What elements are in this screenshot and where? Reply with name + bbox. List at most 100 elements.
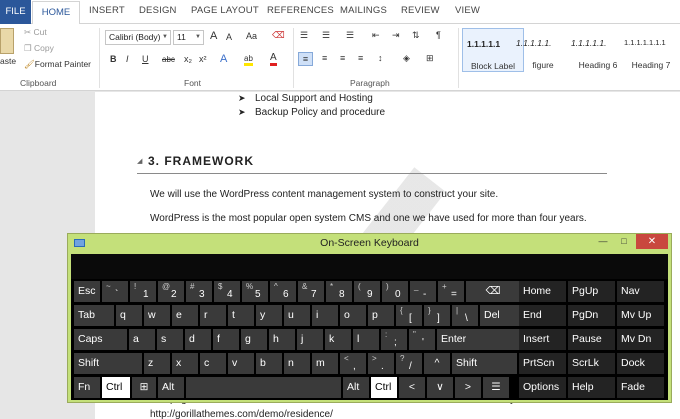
cut-button[interactable]: ✂ Cut — [24, 27, 47, 38]
align-center-icon[interactable]: ≡ — [322, 53, 327, 63]
key-symbol[interactable]: ? / — [396, 353, 422, 374]
close-button[interactable]: ✕ — [636, 234, 668, 249]
key-symbol[interactable]: :; — [381, 329, 407, 350]
key-y[interactable]: y — [256, 305, 282, 326]
key-u[interactable]: u — [284, 305, 310, 326]
key-1[interactable]: ! 1 — [130, 281, 156, 302]
numbering-icon[interactable]: ☰ — [322, 30, 330, 41]
copy-button[interactable]: ❐ Copy — [24, 43, 54, 54]
subscript-button[interactable]: x₂ — [184, 54, 192, 64]
key-prtscn[interactable]: PrtScn — [519, 353, 566, 374]
key-c[interactable]: c — [200, 353, 226, 374]
underline-button[interactable]: U — [142, 54, 149, 64]
key-0[interactable]: ) 0 — [382, 281, 408, 302]
tab-references[interactable]: REFERENCES — [267, 5, 334, 16]
key-end[interactable]: End — [519, 305, 566, 326]
key-3[interactable]: #3 — [186, 281, 212, 302]
key-z[interactable]: z — [144, 353, 170, 374]
key-e[interactable]: e — [172, 305, 198, 326]
key-help[interactable]: Help — [568, 377, 615, 398]
key-scrlk[interactable]: ScrLk — [568, 353, 615, 374]
key-symbol[interactable]: ~ ` — [102, 281, 128, 302]
menu-key[interactable]: ☰ — [483, 377, 509, 398]
key-symbol[interactable]: < — [399, 377, 425, 398]
key-h[interactable]: h — [269, 329, 295, 350]
heading-collapse-icon[interactable]: ◢ — [137, 157, 142, 165]
key-t[interactable]: t — [228, 305, 254, 326]
key-j[interactable]: j — [297, 329, 323, 350]
key-symbol[interactable]: _ - — [410, 281, 436, 302]
key-l[interactable]: l — [353, 329, 379, 350]
key-pgup[interactable]: PgUp — [568, 281, 615, 302]
strikethrough-button[interactable]: abc — [162, 55, 175, 64]
key-dock[interactable]: Dock — [617, 353, 664, 374]
format-painter-button[interactable]: 🖌Format Painter — [24, 59, 91, 70]
key-i[interactable]: i — [312, 305, 338, 326]
key-symbol[interactable]: {[ — [396, 305, 422, 326]
key-symbol[interactable]: | \ — [452, 305, 478, 326]
minimize-button[interactable]: — — [594, 235, 612, 249]
key-b[interactable]: b — [256, 353, 282, 374]
key-8[interactable]: * 8 — [326, 281, 352, 302]
tab-home[interactable]: HOME — [32, 1, 80, 25]
key-2[interactable]: @2 — [158, 281, 184, 302]
key-options[interactable]: Options — [519, 377, 566, 398]
key-symbol[interactable]: <, — [340, 353, 366, 374]
key-nav[interactable]: Nav — [617, 281, 664, 302]
line-spacing-icon[interactable]: ↕ — [378, 53, 383, 63]
key-mv-dn[interactable]: Mv Dn — [617, 329, 664, 350]
borders-icon[interactable]: ⊞ — [426, 53, 434, 64]
key-pgdn[interactable]: PgDn — [568, 305, 615, 326]
key-k[interactable]: k — [325, 329, 351, 350]
key-tab[interactable]: Tab — [74, 305, 114, 326]
backspace-key[interactable]: ⌫ — [466, 281, 520, 302]
key-w[interactable]: w — [144, 305, 170, 326]
key-6[interactable]: ^ 6 — [270, 281, 296, 302]
tab-view[interactable]: VIEW — [455, 5, 480, 16]
italic-button[interactable]: I — [126, 54, 129, 64]
key-g[interactable]: g — [241, 329, 267, 350]
font-name-select[interactable]: Calibri (Body) ▼ — [105, 30, 171, 45]
tab-mailings[interactable]: MAILINGS — [340, 5, 387, 16]
key-symbol[interactable]: + = — [438, 281, 464, 302]
key-o[interactable]: o — [340, 305, 366, 326]
key-f[interactable]: f — [213, 329, 239, 350]
key-shift[interactable]: Shift — [74, 353, 142, 374]
key-x[interactable]: x — [172, 353, 198, 374]
paste-button[interactable]: aste — [0, 56, 16, 66]
key-symbol[interactable]: ^ — [424, 353, 450, 374]
key-insert[interactable]: Insert — [519, 329, 566, 350]
paste-icon[interactable] — [0, 28, 14, 54]
increase-indent-icon[interactable]: ⇥ — [392, 30, 400, 41]
tab-design[interactable]: DESIGN — [139, 5, 177, 16]
key-7[interactable]: & 7 — [298, 281, 324, 302]
key-caps[interactable]: Caps — [74, 329, 127, 350]
key-home[interactable]: Home — [519, 281, 566, 302]
key-d[interactable]: d — [185, 329, 211, 350]
style-figure[interactable]: 1.1.1.1.1. figure — [512, 28, 574, 72]
clear-formatting-icon[interactable]: ⌫ — [272, 30, 285, 41]
maximize-button[interactable]: □ — [615, 235, 633, 249]
superscript-button[interactable]: x² — [199, 54, 207, 64]
key-alt[interactable]: Alt — [343, 377, 369, 398]
key-q[interactable]: q — [116, 305, 142, 326]
sort-icon[interactable]: ⇅ — [412, 30, 420, 41]
justify-icon[interactable]: ≡ — [358, 53, 363, 63]
grow-font-button[interactable]: A — [210, 30, 217, 42]
multilevel-list-icon[interactable]: ☰ — [346, 30, 354, 41]
font-size-select[interactable]: 11 ▼ — [173, 30, 204, 45]
shrink-font-button[interactable]: A — [226, 32, 232, 42]
key-p[interactable]: p — [368, 305, 394, 326]
style-heading-7[interactable]: 1.1.1.1.1.1.1 Heading 7 — [620, 28, 680, 72]
text-effects-button[interactable]: A — [220, 53, 227, 65]
windows-key[interactable]: ⊞ — [132, 377, 156, 398]
key-symbol[interactable]: " ' — [409, 329, 435, 350]
key-pause[interactable]: Pause — [568, 329, 615, 350]
link[interactable]: http://gorillathemes.com/demo/residence/ — [150, 409, 333, 419]
highlight-button[interactable]: ab — [244, 54, 253, 66]
key-esc[interactable]: Esc — [74, 281, 100, 302]
key-s[interactable]: s — [157, 329, 183, 350]
shading-icon[interactable]: ◈ — [403, 53, 410, 64]
key-a[interactable]: a — [129, 329, 155, 350]
key-ctrl[interactable]: Ctrl — [371, 377, 397, 398]
